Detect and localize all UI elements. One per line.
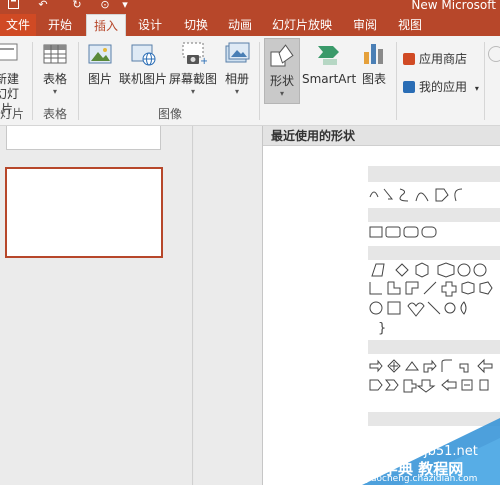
photo-album-button[interactable]: 相册 ▾ [220,40,254,97]
window-title: New Microsoft [411,0,496,12]
online-pictures-label: 联机图片 [118,72,167,86]
overflow-button[interactable] [488,46,500,62]
title-bar: ↶ ↻ ⊙ ▾ New Microsoft [0,0,500,14]
group-label-images: 图像 [157,107,182,121]
slide-thumbnail[interactable] [6,126,161,150]
store-button[interactable]: 应用商店 [403,50,467,68]
tab-design[interactable]: 设计 [130,14,170,36]
ribbon: 新建 幻灯片 幻灯片 表格 ▾ 表格 图片 联机图片 [0,36,500,126]
my-apps-button[interactable]: 我的应用 ▾ [403,78,479,98]
shapes-button[interactable]: 形状 ▾ [264,38,300,104]
qat-more-icon[interactable]: ▾ [118,0,132,12]
pictures-button[interactable]: 图片 [84,40,116,87]
group-label-slides: 幻灯片 [0,107,24,121]
chart-label: 图表 [361,72,386,86]
slide-thumbnail-panel[interactable] [0,126,193,485]
watermark-domain: jb51.net [424,444,478,459]
smartart-icon [318,46,339,65]
tab-insert[interactable]: 插入 [86,14,126,37]
svg-text:+: + [200,56,207,67]
group-separator [259,42,260,120]
table-label: 表格 [42,72,67,86]
group-label-tables: 表格 [42,107,67,121]
chart-button[interactable]: 图表 [358,40,390,87]
watermark: jb51.net 查字典 教程网 jiaocheng.chazidian.com [362,418,500,485]
online-picture-icon [131,44,156,66]
table-icon [43,44,67,64]
save-icon[interactable] [6,0,20,12]
screenshot-label: 屏幕截图 [168,72,217,86]
my-apps-icon [403,81,415,93]
shapes-icon [270,44,294,67]
my-apps-label: 我的应用 [419,80,468,94]
redo-icon[interactable]: ↻ [70,0,84,12]
tab-view[interactable]: 视图 [390,14,430,36]
store-icon [403,53,415,65]
smartart-button[interactable]: SmartArt [302,40,356,87]
photo-album-label: 相册 [224,72,249,86]
gallery-header-label: 最近使用的形状 [271,129,356,143]
watermark-url: jiaocheng.chazidian.com [366,474,478,484]
new-slide-icon [0,43,18,61]
new-slide-label-top: 新建 [0,72,19,86]
photo-album-icon [225,42,250,63]
tab-animations[interactable]: 动画 [220,14,260,36]
slide-thumbnail-selected[interactable] [5,167,163,258]
picture-icon [88,44,112,64]
group-separator [32,42,33,120]
chevron-down-icon: ▾ [52,87,57,96]
online-pictures-button[interactable]: 联机图片 [118,40,168,87]
group-separator [396,42,397,120]
tab-review[interactable]: 审阅 [345,14,385,36]
store-label: 应用商店 [419,52,468,66]
tab-file[interactable]: 文件 [0,14,36,36]
chevron-down-icon: ▾ [279,89,284,98]
group-separator [484,42,485,120]
undo-icon[interactable]: ↶ [36,0,50,12]
shapes-label: 形状 [269,74,294,88]
chevron-down-icon: ▾ [190,87,195,96]
screenshot-icon: + [182,42,207,67]
tab-slideshow[interactable]: 幻灯片放映 [266,14,338,36]
screenshot-button[interactable]: + 屏幕截图 ▾ [168,40,218,97]
smartart-label: SmartArt [302,72,357,86]
group-separator [78,42,79,120]
chart-icon [364,44,383,64]
table-button[interactable]: 表格 ▾ [38,40,72,97]
present-icon[interactable]: ⊙ [98,0,112,12]
ribbon-tabs: 文件 开始 插入 设计 切换 动画 幻灯片放映 审阅 视图 [0,14,500,37]
pictures-label: 图片 [87,72,112,86]
chevron-down-icon: ▾ [234,87,239,96]
chevron-down-icon: ▾ [474,84,479,93]
tab-transitions[interactable]: 切换 [176,14,216,36]
tab-home[interactable]: 开始 [40,14,80,36]
